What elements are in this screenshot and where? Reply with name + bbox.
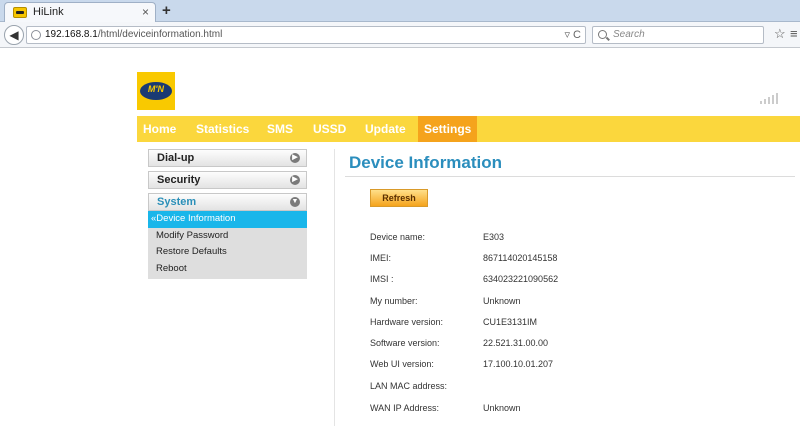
info-value: CU1E3131IM [483,317,538,327]
search-placeholder: Search [613,29,645,40]
info-value: Unknown [483,296,521,306]
main-nav: Home Statistics SMS USSD Update Settings [137,116,800,142]
info-label: LAN MAC address: [370,381,448,391]
search-icon [598,30,607,39]
back-button[interactable]: ◀ [4,25,24,45]
signal-strength-icon [760,92,778,104]
new-tab-button[interactable]: + [162,2,171,19]
info-label: My number: [370,296,418,306]
url-host: 192.168.8.1 [45,29,98,40]
globe-icon [31,30,41,40]
tab-title: HiLink [33,6,64,18]
info-value: E303 [483,232,505,242]
info-label: Web UI version: [370,359,434,369]
address-bar[interactable]: 192.168.8.1/html/deviceinformation.html … [26,26,586,44]
info-label: WAN IP Address: [370,403,440,413]
mtn-logo: M'N [137,72,175,110]
info-label: Hardware version: [370,317,444,327]
sidebar-item-label: Dial-up [157,152,195,164]
nav-settings[interactable]: Settings [418,116,478,142]
sidebar-item-label: System [157,196,197,208]
info-label: IMSI : [370,274,394,284]
nav-sms[interactable]: SMS [261,116,299,142]
page-title: Device Information [349,153,503,172]
browser-tab[interactable]: HiLink × [4,2,156,22]
info-value: 17.100.10.01.207 [483,359,554,369]
info-value: 867114020145158 [483,253,558,263]
menu-icon[interactable]: ≡ [790,26,798,41]
submenu-device-information[interactable]: «Device Information [148,211,307,228]
bookmark-star-icon[interactable]: ☆ [774,26,786,42]
sidebar-item-dialup[interactable]: Dial-up ▶ [148,149,307,167]
refresh-button[interactable]: Refresh [370,189,428,207]
submenu-label: Device Information [156,213,236,224]
submenu-restore-defaults[interactable]: Restore Defaults [148,244,307,261]
chevron-right-icon: ▶ [290,175,300,185]
info-label: IMEI: [370,253,392,263]
search-input[interactable]: Search [592,26,764,44]
close-tab-icon[interactable]: × [142,5,149,19]
sidebar-item-security[interactable]: Security ▶ [148,171,307,189]
browser-nav-bar: ◀ 192.168.8.1/html/deviceinformation.htm… [0,22,800,48]
content-divider [334,149,335,426]
favicon-icon [13,7,27,18]
sidebar-item-label: Security [157,174,201,186]
chevron-down-icon: ▼ [290,197,300,207]
submenu-modify-password[interactable]: Modify Password [148,228,307,245]
sidebar-item-system[interactable]: System ▼ [148,193,307,211]
info-label: Device name: [370,232,426,242]
info-value: 634023221090562 [483,274,559,284]
logo-text: M'N [147,84,165,94]
title-divider [345,176,795,177]
info-label: Software version: [370,338,440,348]
url-text: 192.168.8.1/html/deviceinformation.html [45,29,222,40]
nav-statistics[interactable]: Statistics [190,116,255,142]
sidebar: Dial-up ▶ Security ▶ System ▼ «Device In… [148,149,307,279]
info-value: Unknown [483,403,521,413]
nav-home[interactable]: Home [137,116,182,142]
browser-tab-bar: HiLink × + [0,0,800,22]
nav-update[interactable]: Update [359,116,412,142]
system-submenu: «Device Information Modify Password Rest… [148,211,307,279]
chevron-right-icon: ▶ [290,153,300,163]
info-value: 22.521.31.00.00 [483,338,549,348]
reload-icon[interactable]: ▿ C [564,28,581,41]
nav-ussd[interactable]: USSD [307,116,352,142]
submenu-reboot[interactable]: Reboot [148,261,307,278]
url-path: /html/deviceinformation.html [97,29,223,40]
